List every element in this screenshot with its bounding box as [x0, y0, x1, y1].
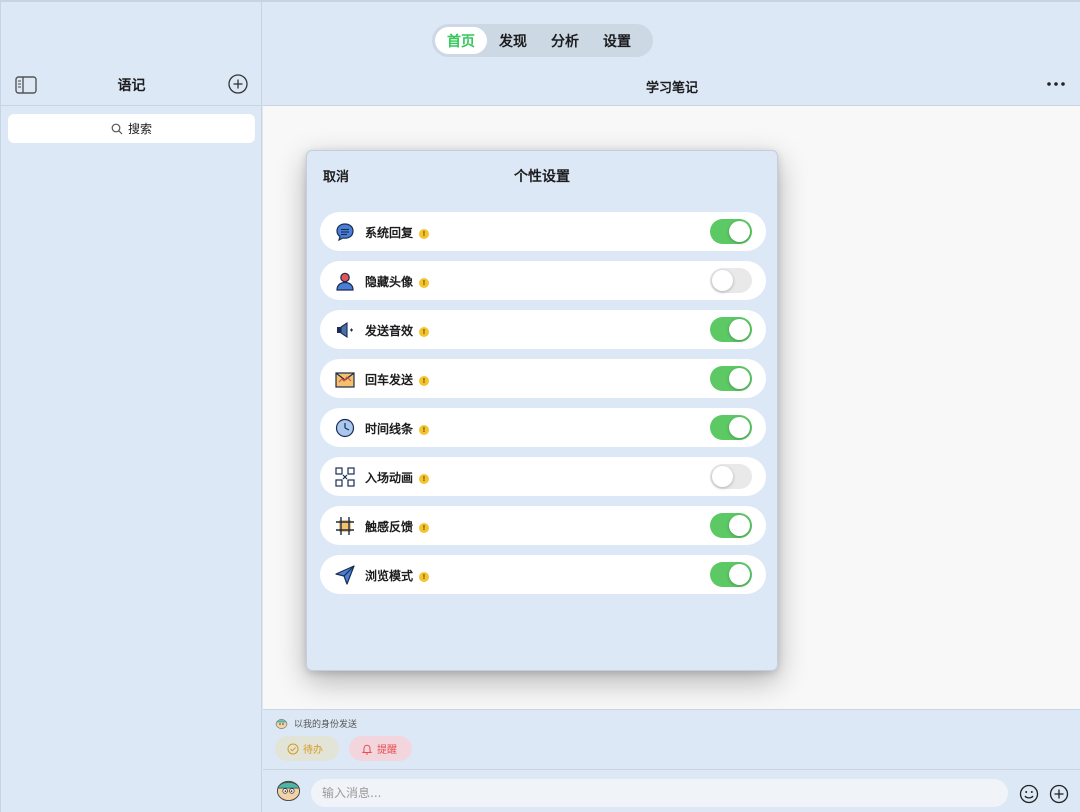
- setting-row-browse-mode: 浏览模式!: [320, 555, 766, 594]
- speaker-icon: [337, 321, 353, 339]
- info-icon[interactable]: !: [419, 229, 430, 239]
- main-header: 学习笔记: [263, 62, 1080, 106]
- search-icon: [111, 123, 123, 134]
- user-avatar-icon: [336, 272, 354, 291]
- search-input[interactable]: 搜索: [8, 114, 255, 143]
- remind-chip[interactable]: 提醒: [349, 736, 412, 761]
- info-icon[interactable]: !: [419, 474, 430, 484]
- avatar-icon: [275, 719, 288, 729]
- remind-label: 提醒: [377, 745, 397, 756]
- setting-label: 浏览模式!: [365, 567, 430, 584]
- toggle-switch[interactable]: [710, 415, 752, 440]
- add-attachment-icon[interactable]: [1049, 784, 1069, 804]
- setting-label: 隐藏头像!: [365, 273, 430, 290]
- avatar[interactable]: [276, 778, 301, 802]
- toggle-switch[interactable]: [710, 464, 752, 489]
- info-icon[interactable]: !: [419, 425, 430, 435]
- check-circle-icon: [287, 743, 299, 754]
- identity-label: 以我的身份发送: [294, 720, 358, 730]
- toggle-knob: [729, 319, 750, 340]
- bell-icon: [361, 744, 373, 754]
- toggle-knob: [712, 466, 733, 487]
- send-identity[interactable]: 以我的身份发送: [275, 717, 357, 730]
- todo-chip[interactable]: 待办: [275, 736, 339, 761]
- toggle-knob: [729, 564, 750, 585]
- tab-settings[interactable]: 设置: [591, 27, 643, 54]
- page-title: 学习笔记: [645, 81, 698, 96]
- info-icon[interactable]: !: [419, 572, 430, 582]
- sidebar-header: 语记: [1, 62, 262, 106]
- toggle-switch[interactable]: [710, 219, 752, 244]
- setting-label: 回车发送!: [365, 371, 430, 388]
- divider: [263, 769, 1080, 770]
- setting-row-hide-avatar: 隐藏头像!: [320, 261, 766, 300]
- tab-analysis[interactable]: 分析: [539, 27, 591, 54]
- toggle-knob: [729, 515, 750, 536]
- toggle-knob: [729, 221, 750, 242]
- envelope-icon: [335, 372, 355, 388]
- info-icon[interactable]: !: [419, 376, 430, 386]
- top-tab-bar: 首页 发现 分析 设置: [432, 24, 653, 57]
- setting-label: 入场动画!: [365, 469, 430, 486]
- setting-label: 时间线条!: [365, 420, 430, 437]
- add-note-icon[interactable]: [228, 74, 248, 94]
- app-window: 语记 搜索 首页 发现 分析 设置 学习笔记 取消 个性设置 系统回复 ! 隐藏…: [0, 0, 1080, 812]
- sidebar: 语记 搜索: [1, 2, 262, 812]
- emoji-icon[interactable]: [1019, 784, 1039, 804]
- info-icon[interactable]: !: [419, 523, 430, 533]
- more-options-icon[interactable]: [1045, 74, 1067, 94]
- toggle-switch[interactable]: [710, 317, 752, 342]
- todo-label: 待办: [303, 745, 323, 756]
- setting-label: 触感反馈!: [365, 518, 430, 535]
- toggle-switch[interactable]: [710, 562, 752, 587]
- clock-icon: [335, 418, 355, 438]
- expand-icon: [335, 467, 355, 487]
- toggle-knob: [729, 368, 750, 389]
- paper-plane-icon: [335, 565, 355, 585]
- toggle-knob: [729, 417, 750, 438]
- tab-discover[interactable]: 发现: [487, 27, 539, 54]
- toggle-switch[interactable]: [710, 366, 752, 391]
- setting-label: 系统回复!: [365, 224, 430, 241]
- chat-bubble-icon: [336, 223, 354, 242]
- setting-row-timeline: 时间线条!: [320, 408, 766, 447]
- sidebar-title: 语记: [117, 78, 146, 94]
- setting-row-system-reply: 系统回复!: [320, 212, 766, 251]
- toggle-switch[interactable]: [710, 268, 752, 293]
- toggle-knob: [712, 270, 733, 291]
- setting-row-haptic: 触感反馈!: [320, 506, 766, 545]
- toggle-switch[interactable]: [710, 513, 752, 538]
- info-icon[interactable]: !: [419, 278, 430, 288]
- message-input[interactable]: [311, 779, 1008, 807]
- info-icon[interactable]: !: [419, 327, 430, 337]
- setting-row-send-sound: 发送音效!: [320, 310, 766, 349]
- setting-label: 发送音效!: [365, 322, 430, 339]
- message-composer: 以我的身份发送 待办 提醒: [263, 709, 1080, 812]
- modal-title: 个性设置: [514, 169, 570, 185]
- settings-modal: 取消 个性设置 系统回复! 隐藏头像! 发送音效 ! 回车发送 ! 时间线条 !…: [306, 150, 778, 671]
- tab-home[interactable]: 首页: [435, 27, 487, 54]
- search-label: 搜索: [127, 122, 152, 136]
- hashtag-icon: [336, 517, 354, 535]
- setting-row-enter-send: 回车发送!: [320, 359, 766, 398]
- setting-row-entry-animation: 入场动画!: [320, 457, 766, 496]
